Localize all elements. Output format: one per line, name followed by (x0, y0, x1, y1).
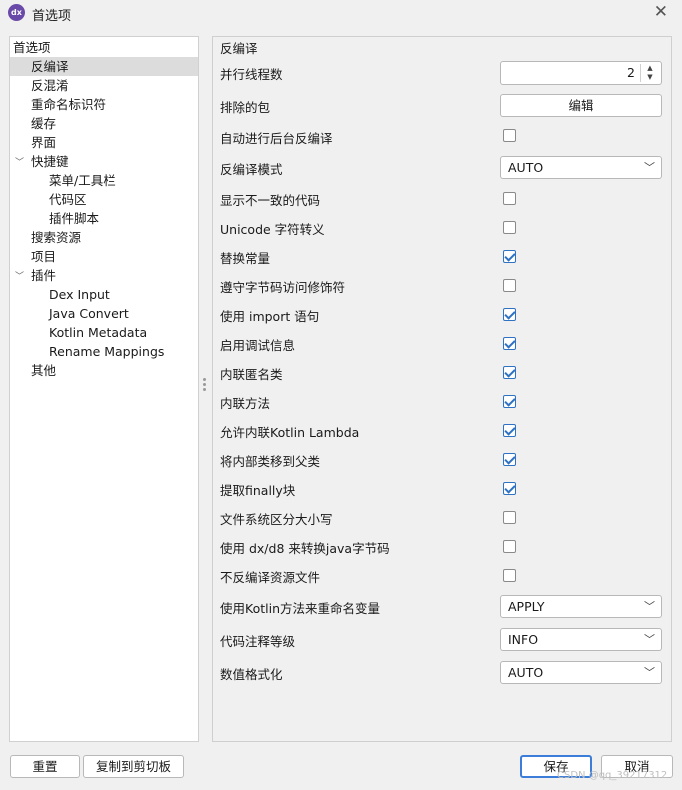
tree-item-shortcuts[interactable]: 快捷键 (31, 152, 69, 171)
integer-format-label: 数值格式化 (220, 667, 283, 682)
kotlin-rename-select[interactable]: APPLY ﹀ (500, 595, 662, 618)
auto-bg-label: 自动进行后台反编译 (220, 131, 333, 146)
tree-root[interactable]: 首选项 (13, 38, 51, 57)
spinner-buttons[interactable]: ▲ ▼ (640, 64, 659, 82)
chevron-down-icon: ﹀ (644, 666, 655, 679)
unicode-escape-checkbox[interactable] (503, 221, 516, 234)
mode-select[interactable]: AUTO ﹀ (500, 156, 662, 179)
thread-count-value[interactable]: 2 (627, 65, 635, 80)
show-inconsistent-label: 显示不一致的代码 (220, 193, 321, 208)
spin-down-icon[interactable]: ▼ (641, 73, 659, 82)
tree-item-rename-mappings[interactable]: Rename Mappings (49, 342, 164, 361)
skip-resources-checkbox[interactable] (503, 569, 516, 582)
tree-item-ui[interactable]: 界面 (31, 133, 56, 152)
chevron-down-icon: ﹀ (644, 633, 655, 646)
tree-item-plugins[interactable]: 插件 (31, 266, 56, 285)
inline-anon-checkbox[interactable] (503, 366, 516, 379)
inline-anon-label: 内联匿名类 (220, 367, 283, 382)
window-title: 首选项 (32, 9, 72, 24)
tree-item-java-convert[interactable]: Java Convert (49, 304, 129, 323)
tree-item-project[interactable]: 项目 (31, 247, 56, 266)
spin-up-icon[interactable]: ▲ (641, 64, 659, 73)
comments-level-select[interactable]: INFO ﹀ (500, 628, 662, 651)
inline-methods-checkbox[interactable] (503, 395, 516, 408)
use-dx-label: 使用 dx/d8 来转换java字节码 (220, 541, 390, 556)
tree-item-decompile[interactable]: 反编译 (10, 57, 198, 76)
copy-to-clipboard-button[interactable]: 复制到剪切板 (83, 755, 184, 778)
expand-plugins-chevron-icon[interactable]: ﹀ (15, 269, 24, 282)
show-inconsistent-checkbox[interactable] (503, 192, 516, 205)
expand-shortcuts-chevron-icon[interactable]: ﹀ (15, 155, 24, 168)
extract-finally-checkbox[interactable] (503, 482, 516, 495)
integer-format-value: AUTO (508, 665, 544, 680)
tree-item-deobfuscation[interactable]: 反混淆 (31, 76, 69, 95)
mode-label: 反编译模式 (220, 162, 283, 177)
debug-info-checkbox[interactable] (503, 337, 516, 350)
debug-info-label: 启用调试信息 (220, 338, 296, 353)
mode-value: AUTO (508, 160, 544, 175)
fs-case-checkbox[interactable] (503, 511, 516, 524)
edit-button[interactable]: 编辑 (500, 94, 662, 117)
use-dx-checkbox[interactable] (503, 540, 516, 553)
replace-consts-label: 替换常量 (220, 251, 271, 266)
tree-item-other[interactable]: 其他 (31, 361, 56, 380)
respect-access-checkbox[interactable] (503, 279, 516, 292)
inline-kotlin-lambda-label: 允许内联Kotlin Lambda (220, 425, 360, 440)
close-icon[interactable]: ✕ (654, 2, 668, 22)
title-bar: dx 首选项 ✕ (0, 0, 682, 26)
group-title: 反编译 (218, 38, 260, 57)
comments-level-value: INFO (508, 632, 539, 647)
app-logo-icon: dx (8, 4, 25, 21)
tree-item-cache[interactable]: 缓存 (31, 114, 56, 133)
move-inner-checkbox[interactable] (503, 453, 516, 466)
fs-case-label: 文件系统区分大小写 (220, 512, 333, 527)
tree-item-code-area[interactable]: 代码区 (49, 190, 87, 209)
integer-format-select[interactable]: AUTO ﹀ (500, 661, 662, 684)
tree-item-rename[interactable]: 重命名标识符 (31, 95, 106, 114)
skip-resources-label: 不反编译资源文件 (220, 570, 321, 585)
use-imports-checkbox[interactable] (503, 308, 516, 321)
tree-item-kotlin-metadata[interactable]: Kotlin Metadata (49, 323, 147, 342)
use-imports-label: 使用 import 语句 (220, 309, 320, 324)
thread-count-spinner[interactable]: 2 ▲ ▼ (500, 61, 662, 85)
tree-item-search-resources[interactable]: 搜索资源 (31, 228, 81, 247)
tree-item-dex-input[interactable]: Dex Input (49, 285, 110, 304)
chevron-down-icon: ﹀ (644, 161, 655, 174)
auto-bg-checkbox[interactable] (503, 129, 516, 142)
comments-level-label: 代码注释等级 (220, 634, 296, 649)
respect-access-label: 遵守字节码访问修饰符 (220, 280, 346, 295)
inline-kotlin-lambda-checkbox[interactable] (503, 424, 516, 437)
unicode-escape-label: Unicode 字符转义 (220, 222, 325, 237)
move-inner-label: 将内部类移到父类 (220, 454, 321, 469)
excluded-packages-label: 排除的包 (220, 100, 271, 115)
kotlin-rename-value: APPLY (508, 599, 545, 614)
thread-count-label: 并行线程数 (220, 67, 283, 82)
reset-button[interactable]: 重置 (10, 755, 80, 778)
tree-item-plugin-scripts[interactable]: 插件脚本 (49, 209, 99, 228)
kotlin-rename-label: 使用Kotlin方法来重命名变量 (220, 601, 380, 616)
inline-methods-label: 内联方法 (220, 396, 271, 411)
splitter-handle[interactable] (203, 378, 206, 398)
extract-finally-label: 提取finally块 (220, 483, 296, 498)
chevron-down-icon: ﹀ (644, 600, 655, 613)
replace-consts-checkbox[interactable] (503, 250, 516, 263)
watermark: CSDN @qq_39217312 (557, 770, 668, 781)
tree-item-menu-toolbar[interactable]: 菜单/工具栏 (49, 171, 116, 190)
